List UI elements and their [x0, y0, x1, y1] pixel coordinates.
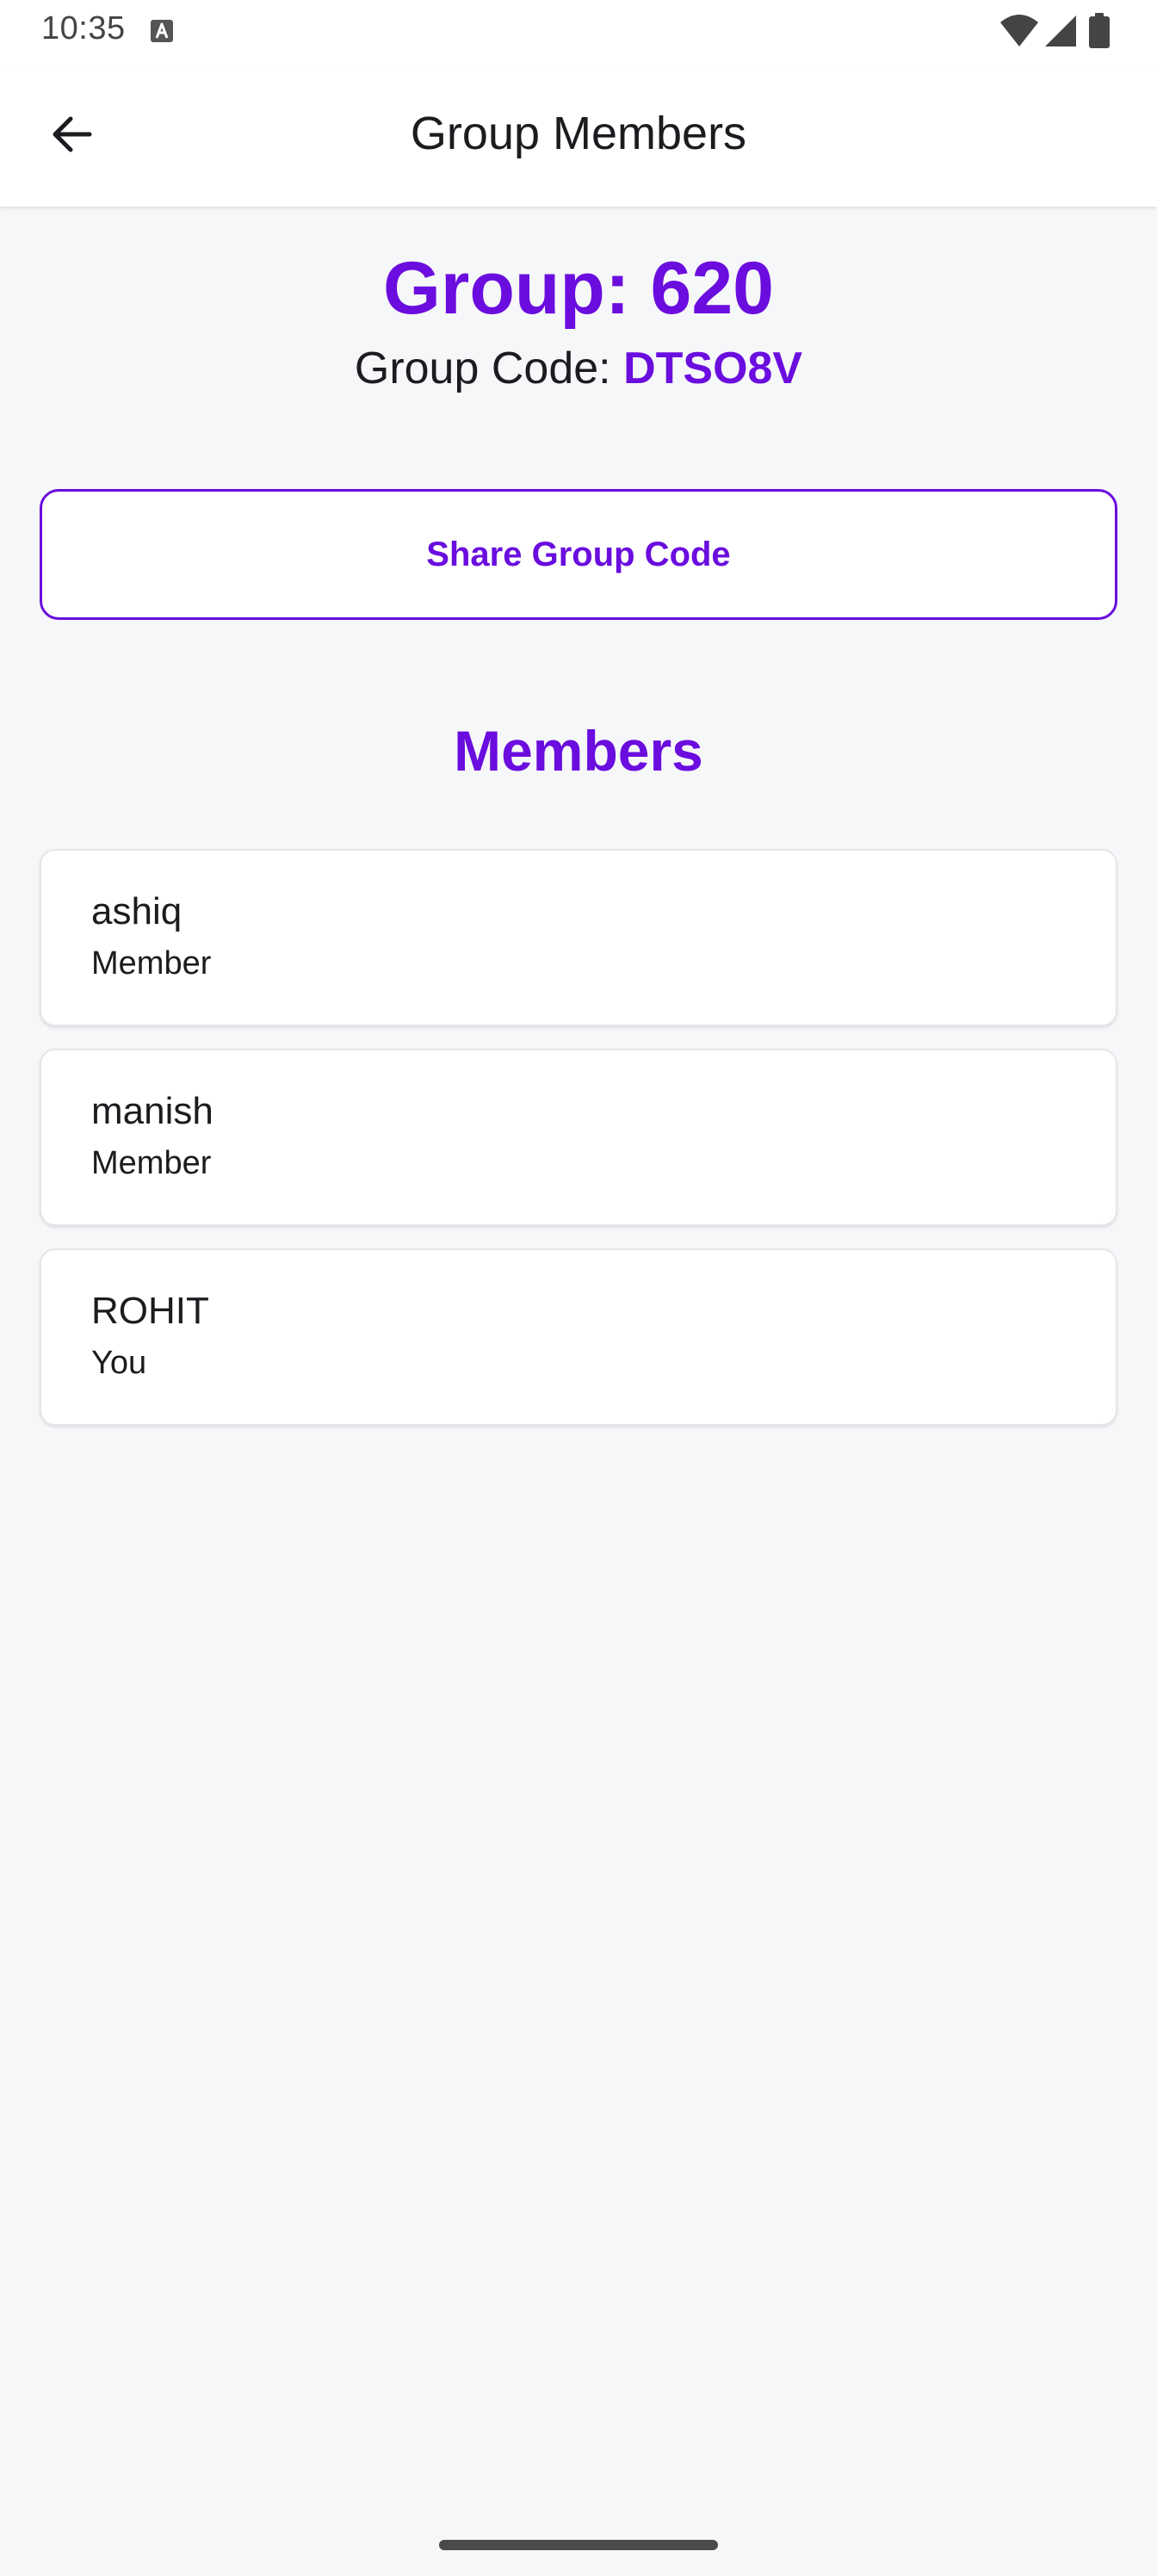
app-bar: Group Members	[0, 65, 1157, 207]
text-a-icon	[151, 20, 173, 42]
member-card[interactable]: manish Member	[40, 1049, 1117, 1226]
group-code-line: Group Code: DTSO8V	[0, 343, 1157, 394]
page-title: Group Members	[410, 108, 747, 159]
member-card[interactable]: ashiq Member	[40, 849, 1117, 1026]
status-time: 10:35	[41, 10, 126, 46]
cell-signal-icon	[1045, 15, 1076, 46]
status-bar: 10:35	[0, 0, 1157, 65]
member-name: ashiq	[91, 890, 183, 932]
members-heading: Members	[454, 719, 703, 783]
wifi-icon	[1000, 15, 1038, 46]
share-group-code-button[interactable]: Share Group Code	[40, 489, 1117, 620]
group-code-label: Group Code:	[354, 344, 624, 393]
group-code-value: DTSO8V	[623, 344, 803, 393]
share-group-code-label: Share Group Code	[426, 535, 731, 573]
member-role: Member	[91, 945, 212, 981]
home-indicator[interactable]	[439, 2540, 718, 2550]
battery-icon	[1089, 13, 1110, 48]
member-role: You	[91, 1345, 147, 1381]
group-title: Group: 620	[383, 247, 774, 330]
status-icons	[999, 13, 1119, 48]
member-card[interactable]: ROHIT You	[40, 1248, 1117, 1426]
member-name: manish	[91, 1090, 213, 1132]
member-name: ROHIT	[91, 1290, 209, 1332]
member-role: Member	[91, 1145, 212, 1181]
